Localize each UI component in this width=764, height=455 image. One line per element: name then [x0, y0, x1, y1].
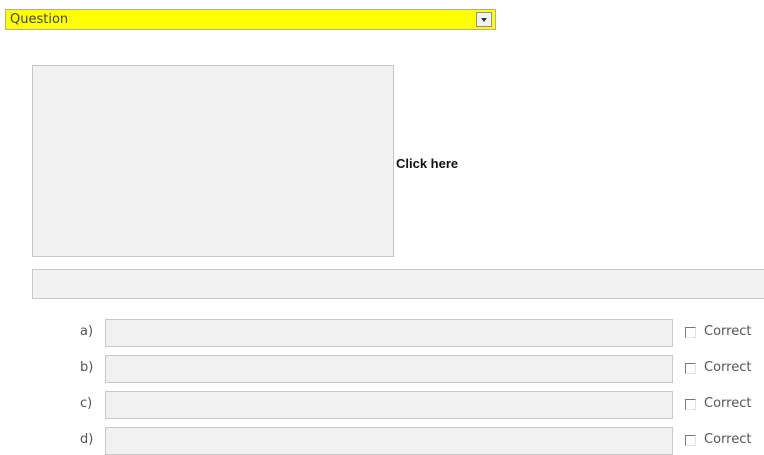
question-text-field[interactable] [32, 269, 764, 299]
answer-input-c[interactable] [105, 391, 673, 419]
correct-checkbox-c[interactable] [685, 399, 696, 410]
answer-letter: d) [80, 432, 94, 447]
click-here-link[interactable]: Click here [396, 156, 458, 171]
answer-letter: c) [80, 396, 93, 411]
correct-label: Correct [704, 360, 752, 375]
answer-input-b[interactable] [105, 355, 673, 383]
answer-letter: a) [80, 324, 94, 339]
correct-checkbox-a[interactable] [685, 327, 696, 338]
correct-label: Correct [704, 396, 752, 411]
correct-label: Correct [704, 432, 752, 447]
correct-checkbox-d[interactable] [685, 435, 696, 446]
quiz-question-editor: Question Click here a) Correct b) Correc… [0, 0, 764, 455]
answer-input-a[interactable] [105, 319, 673, 347]
question-type-select[interactable]: Question [5, 9, 496, 30]
image-placeholder[interactable] [32, 65, 394, 257]
answer-row-a: a) Correct [0, 319, 764, 347]
correct-checkbox-b[interactable] [685, 363, 696, 374]
answer-input-d[interactable] [105, 427, 673, 455]
chevron-down-icon[interactable] [476, 12, 492, 27]
answer-row-b: b) Correct [0, 355, 764, 383]
correct-label: Correct [704, 324, 752, 339]
answer-letter: b) [80, 360, 94, 375]
answer-row-c: c) Correct [0, 391, 764, 419]
answer-row-d: d) Correct [0, 427, 764, 455]
question-type-value: Question [10, 12, 69, 27]
